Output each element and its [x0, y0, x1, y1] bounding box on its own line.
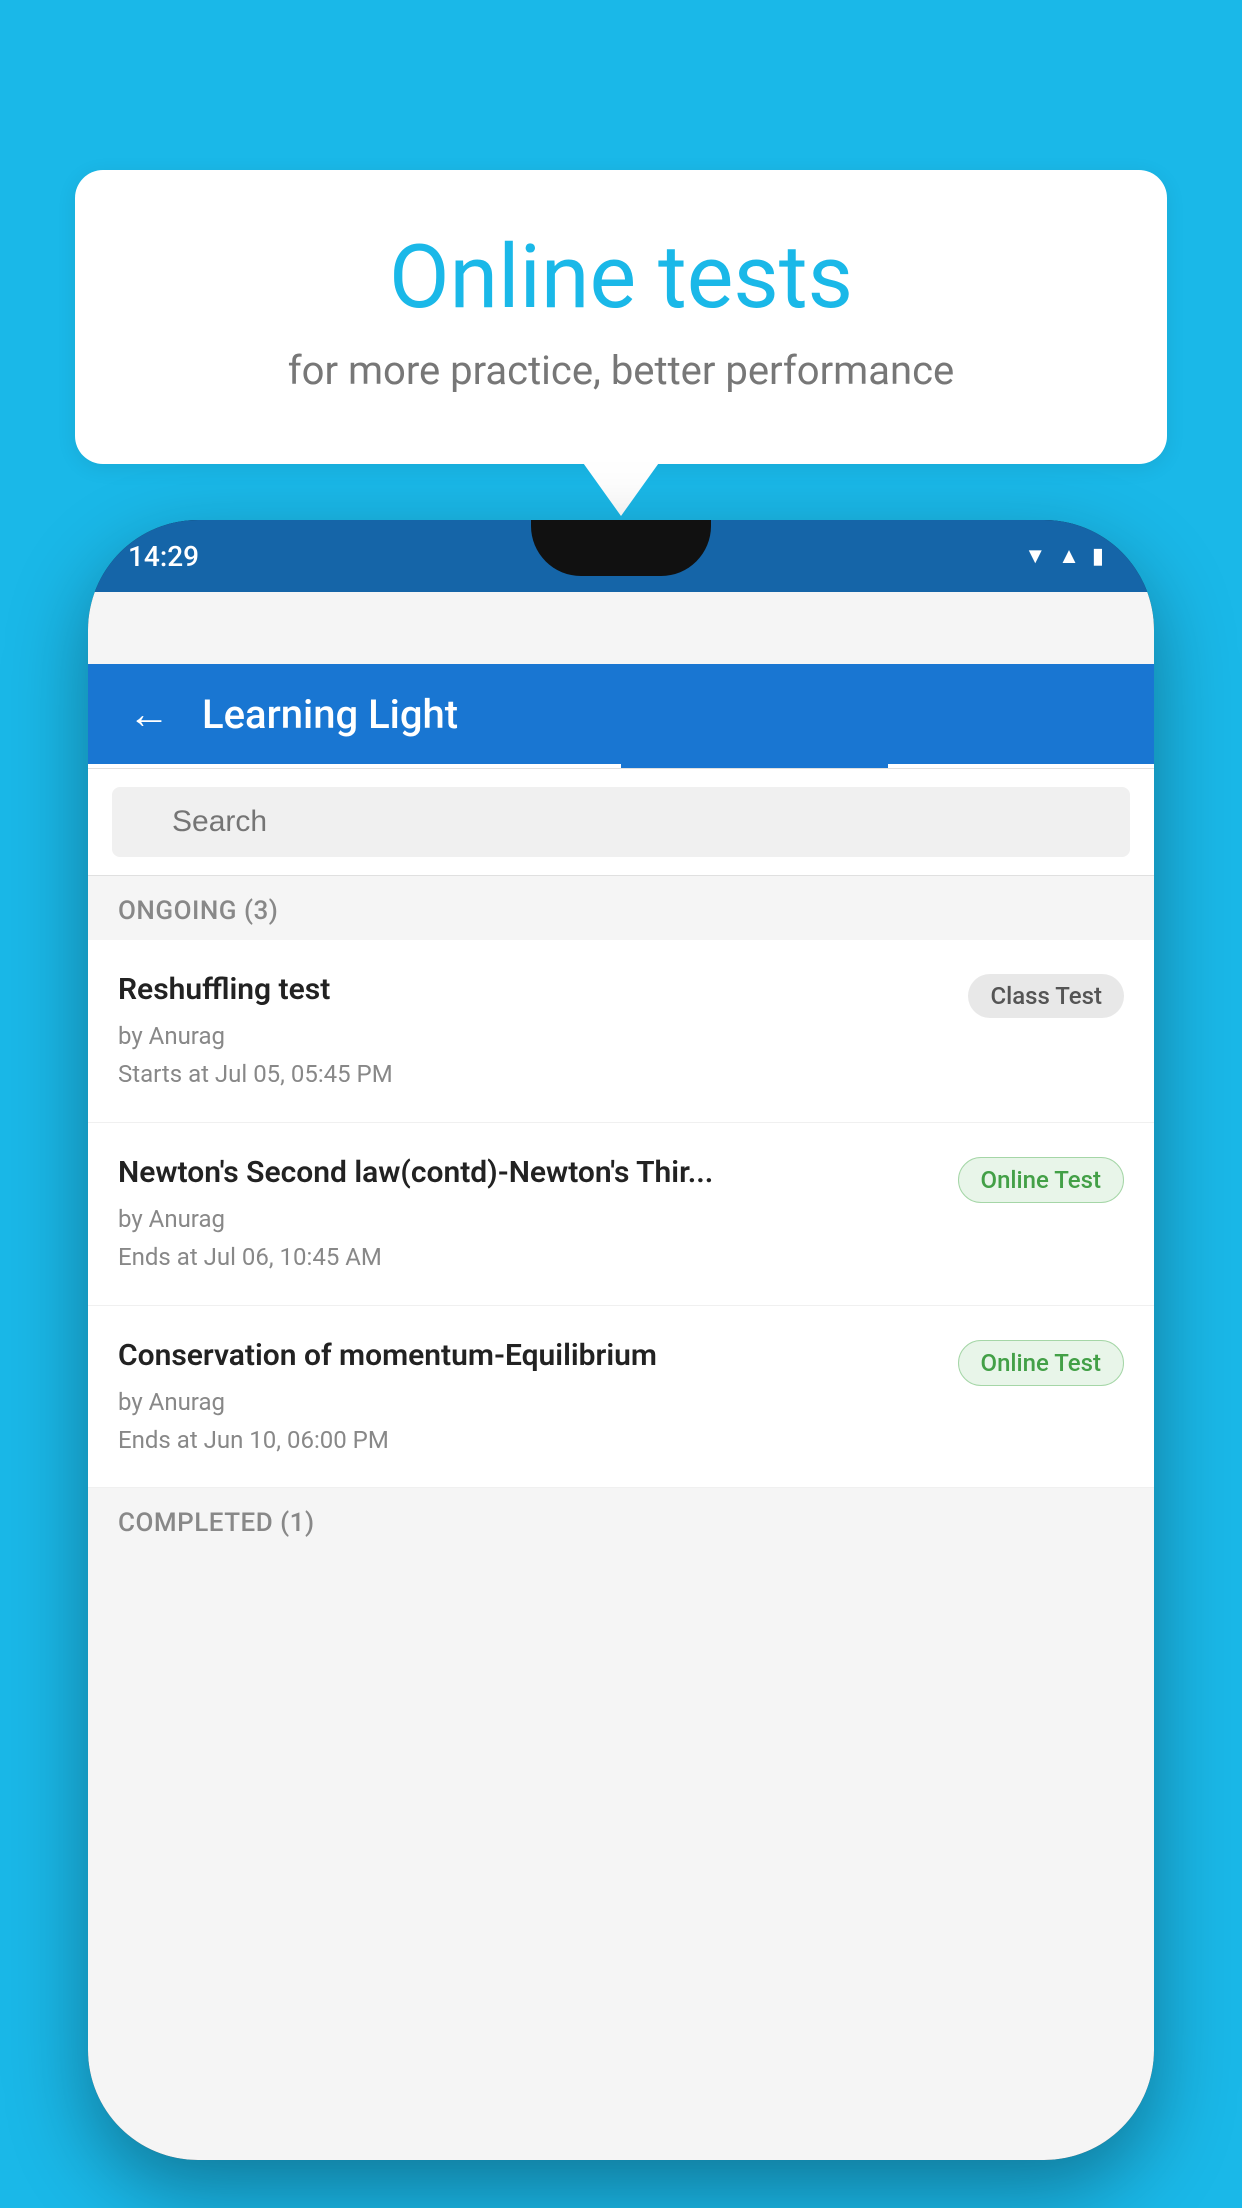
- test-item-time: Ends at Jun 10, 06:00 PM: [118, 1421, 938, 1459]
- test-item[interactable]: Newton's Second law(contd)-Newton's Thir…: [88, 1123, 1154, 1306]
- search-container: 🔍: [88, 769, 1154, 876]
- badge-online-test-2: Online Test: [958, 1340, 1124, 1386]
- test-item-title: Reshuffling test: [118, 970, 948, 1009]
- phone-wrapper: 14:29 ▼ ▲ ▮ ← Learning Light MENTS ANNOU…: [88, 520, 1154, 2208]
- search-input[interactable]: [112, 787, 1130, 857]
- test-item-title: Conservation of momentum-Equilibrium: [118, 1336, 938, 1375]
- test-item[interactable]: Reshuffling test by Anurag Starts at Jul…: [88, 940, 1154, 1123]
- speech-bubble: Online tests for more practice, better p…: [75, 170, 1167, 464]
- test-item-left: Conservation of momentum-Equilibrium by …: [118, 1336, 958, 1460]
- test-item-title: Newton's Second law(contd)-Newton's Thir…: [118, 1153, 938, 1192]
- test-item-left: Newton's Second law(contd)-Newton's Thir…: [118, 1153, 958, 1277]
- test-item-by: by Anurag: [118, 1017, 948, 1055]
- screen-content: ← Learning Light MENTS ANNOUNCEMENTS TES…: [88, 592, 1154, 2160]
- badge-class-test: Class Test: [968, 974, 1124, 1018]
- status-icons: ▼ ▲ ▮: [1024, 543, 1104, 569]
- battery-icon: ▮: [1092, 544, 1104, 569]
- test-item[interactable]: Conservation of momentum-Equilibrium by …: [88, 1306, 1154, 1489]
- app-title: Learning Light: [202, 691, 458, 738]
- test-list: Reshuffling test by Anurag Starts at Jul…: [88, 940, 1154, 1488]
- app-bar: ← Learning Light: [88, 664, 1154, 764]
- status-time: 14:29: [128, 540, 199, 573]
- test-item-time: Ends at Jul 06, 10:45 AM: [118, 1238, 938, 1276]
- bubble-subtitle: for more practice, better performance: [155, 347, 1087, 394]
- ongoing-section-label: ONGOING (3): [88, 876, 1154, 940]
- back-button[interactable]: ←: [128, 690, 170, 739]
- test-item-by: by Anurag: [118, 1383, 938, 1421]
- completed-section-label: COMPLETED (1): [88, 1488, 1154, 1552]
- wifi-icon: ▼: [1024, 543, 1046, 569]
- search-wrapper: 🔍: [112, 787, 1130, 857]
- phone-outer: 14:29 ▼ ▲ ▮ ← Learning Light MENTS ANNOU…: [88, 520, 1154, 2160]
- signal-icon: ▲: [1058, 543, 1080, 569]
- test-item-time: Starts at Jul 05, 05:45 PM: [118, 1055, 948, 1093]
- bubble-title: Online tests: [155, 230, 1087, 327]
- test-item-by: by Anurag: [118, 1200, 938, 1238]
- phone-notch: [531, 520, 711, 576]
- test-item-left: Reshuffling test by Anurag Starts at Jul…: [118, 970, 968, 1094]
- badge-online-test: Online Test: [958, 1157, 1124, 1203]
